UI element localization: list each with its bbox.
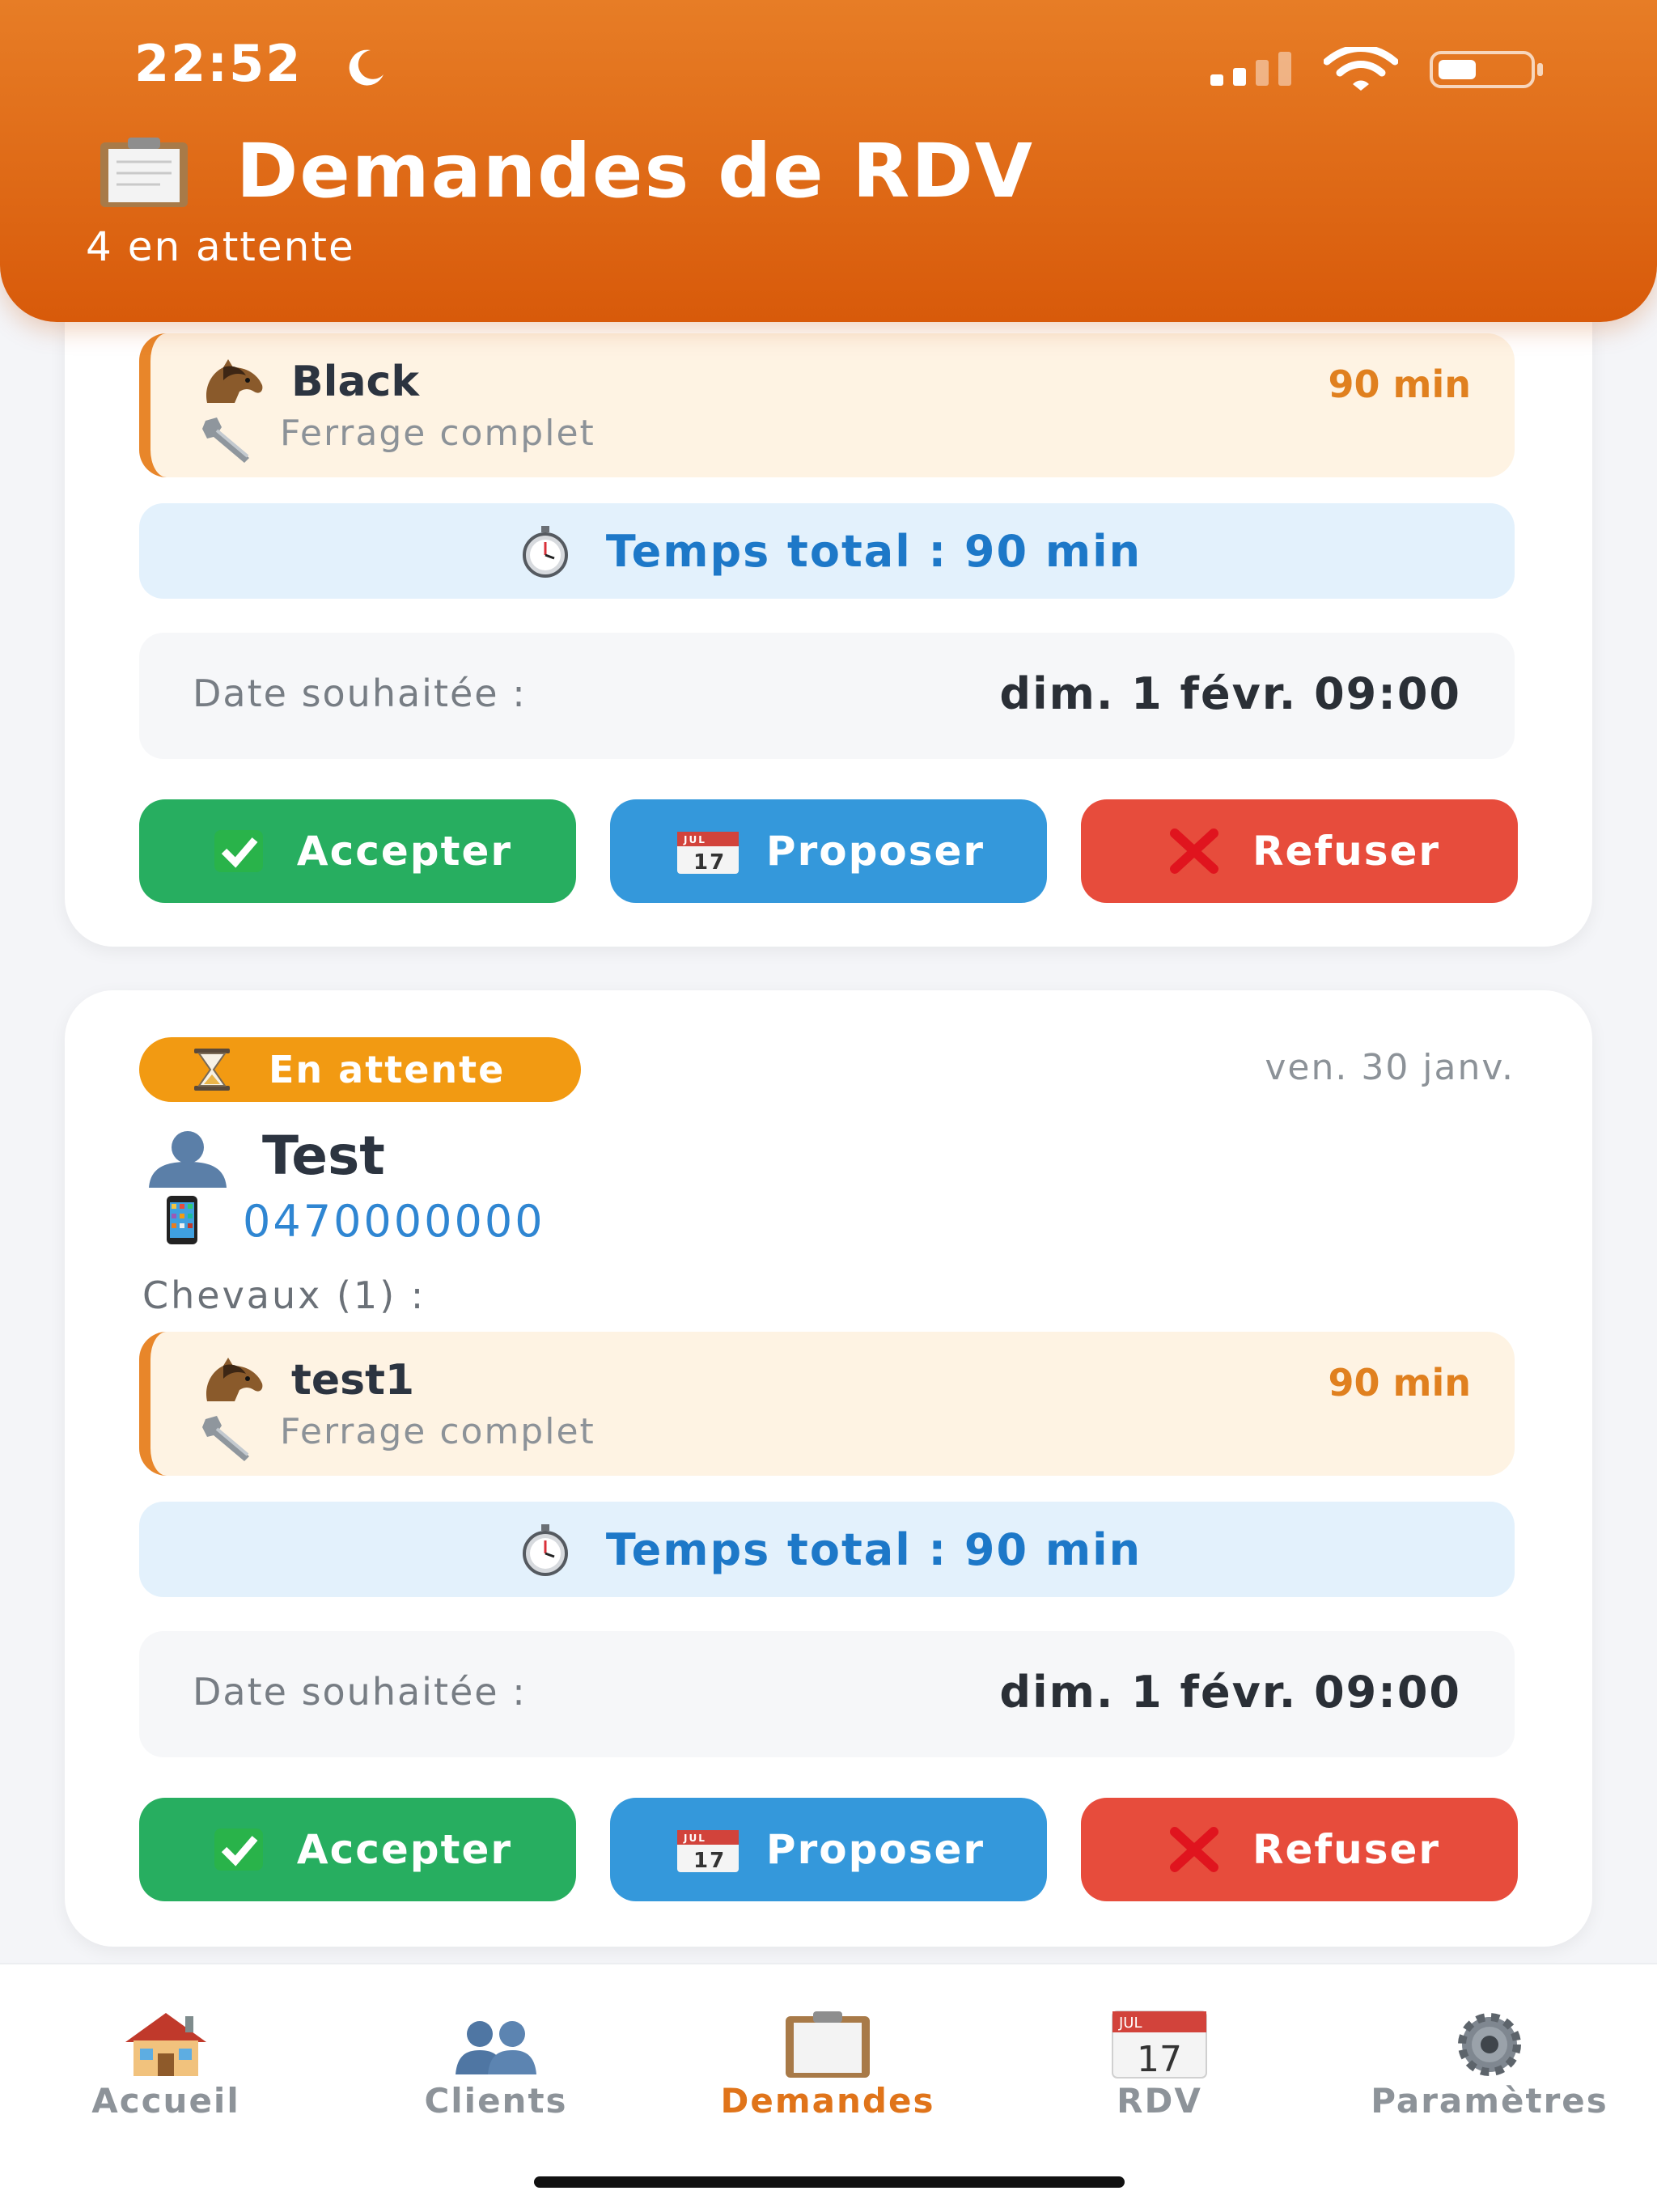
horse-duration: 90 min (1328, 1361, 1471, 1405)
client-name: Test (262, 1125, 385, 1187)
accept-button[interactable]: Accepter (139, 799, 576, 903)
total-time-box: Temps total : 90 min (139, 1502, 1515, 1597)
tab-clients[interactable]: Clients (362, 1964, 629, 2126)
refuse-label: Refuser (1252, 1826, 1441, 1873)
horse-name: Black (291, 358, 419, 406)
date-label: Date souhaitée : (193, 1670, 527, 1714)
requested-date-box: Date souhaitée : dim. 1 févr. 09:00 (139, 633, 1515, 759)
tab-label: Paramètres (1371, 2081, 1608, 2121)
tab-parametres[interactable]: Paramètres (1356, 1964, 1623, 2126)
check-icon (203, 1825, 274, 1874)
house-icon (125, 2013, 206, 2076)
gear-icon (1458, 2013, 1521, 2076)
users-icon (456, 2021, 536, 2074)
date-label: Date souhaitée : (193, 672, 527, 715)
tab-label: RDV (1117, 2081, 1202, 2121)
phone-icon (167, 1196, 197, 1244)
refuse-label: Refuser (1252, 828, 1441, 875)
accept-button[interactable]: Accepter (139, 1798, 576, 1901)
calendar-day: 17 (1137, 2039, 1182, 2079)
calendar-icon: JUL 17 (1112, 2011, 1207, 2079)
wrench-icon (199, 1413, 261, 1463)
person-icon (149, 1131, 227, 1188)
tab-label: Demandes (720, 2081, 935, 2121)
battery-icon (1430, 51, 1543, 88)
horse-icon (199, 1354, 267, 1406)
horse-icon (199, 356, 267, 408)
stopwatch-icon (512, 1523, 578, 1576)
accept-label: Accepter (296, 828, 513, 875)
refuse-button[interactable]: Refuser (1081, 1798, 1518, 1901)
calendar-icon (672, 827, 744, 875)
wifi-icon (1324, 47, 1398, 91)
moon-icon (349, 49, 384, 86)
propose-button[interactable]: Proposer (610, 1798, 1047, 1901)
tab-bar: Accueil Clients Demandes JUL 17 RDV Para… (0, 1963, 1657, 2212)
horse-service: Ferrage complet (280, 413, 595, 454)
request-date: ven. 30 janv. (1265, 1047, 1515, 1088)
total-time-box: Temps total : 90 min (139, 503, 1515, 599)
check-icon (203, 827, 274, 875)
propose-label: Proposer (765, 828, 985, 875)
status-badge: En attente (139, 1037, 581, 1102)
calendar-month: JUL (1118, 2015, 1142, 2032)
horse-service: Ferrage complet (280, 1411, 595, 1452)
status-time: 22:52 (134, 34, 303, 93)
home-indicator[interactable] (534, 2176, 1125, 2188)
calendar-icon (672, 1825, 744, 1874)
horse-item: Black 90 min Ferrage complet (139, 333, 1515, 477)
signal-icon (1210, 52, 1291, 86)
tab-accueil[interactable]: Accueil (32, 1964, 299, 2126)
page-header: 22:52 Demandes de RDV 4 en attente (0, 0, 1657, 322)
total-time: Temps total : 90 min (605, 525, 1142, 577)
refuse-button[interactable]: Refuser (1081, 799, 1518, 903)
horse-name: test1 (291, 1356, 415, 1405)
tab-label: Clients (424, 2081, 568, 2121)
clipboard-icon (100, 138, 188, 207)
request-card: Black 90 min Ferrage complet Temps total… (65, 275, 1592, 947)
horse-item: test1 90 min Ferrage complet (139, 1332, 1515, 1476)
propose-label: Proposer (765, 1826, 985, 1873)
page-title: Demandes de RDV (236, 128, 1034, 214)
date-value: dim. 1 févr. 09:00 (999, 1667, 1461, 1718)
total-time: Temps total : 90 min (605, 1523, 1142, 1575)
clipboard-icon (786, 2011, 870, 2078)
propose-button[interactable]: Proposer (610, 799, 1047, 903)
tab-rdv[interactable]: JUL 17 RDV (1026, 1964, 1293, 2126)
client-phone-link[interactable]: 0470000000 (243, 1196, 545, 1247)
tab-label: Accueil (91, 2081, 240, 2121)
hourglass-icon (194, 1049, 230, 1091)
cross-icon (1159, 1825, 1230, 1874)
wrench-icon (199, 414, 261, 464)
cross-icon (1159, 827, 1230, 875)
status-text: En attente (269, 1048, 506, 1091)
accept-label: Accepter (296, 1826, 513, 1873)
pending-count: 4 en attente (86, 223, 355, 270)
horses-label: Chevaux (1) : (142, 1273, 426, 1317)
date-value: dim. 1 févr. 09:00 (999, 668, 1461, 719)
request-card: En attente ven. 30 janv. Test 0470000000… (65, 990, 1592, 1947)
requested-date-box: Date souhaitée : dim. 1 févr. 09:00 (139, 1631, 1515, 1757)
stopwatch-icon (512, 524, 578, 578)
horse-duration: 90 min (1328, 362, 1471, 406)
tab-demandes[interactable]: Demandes (694, 1964, 961, 2126)
